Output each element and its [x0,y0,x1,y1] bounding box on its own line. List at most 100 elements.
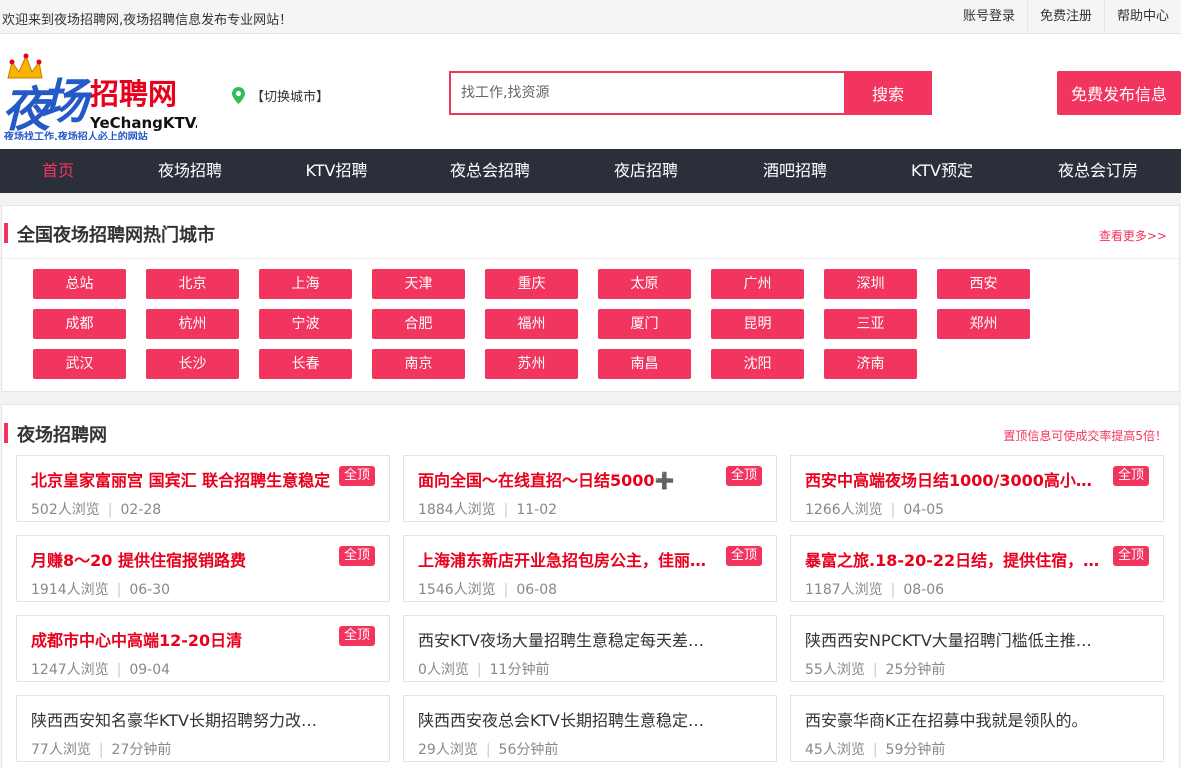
job-card[interactable]: 面向全国～在线直招～日结5000➕ 全顶 1884人浏览 | 11-02 [403,455,777,522]
city-switch[interactable]: 【切换城市】 [232,86,329,105]
job-title[interactable]: 西安KTV夜场大量招聘生意稳定每天差人。 [418,627,718,651]
job-meta: 29人浏览 | 56分钟前 [418,742,559,758]
search-input[interactable] [449,71,844,115]
city-button[interactable]: 厦门 [598,309,691,339]
job-title[interactable]: 陕西西安夜总会KTV长期招聘生意稳定每天差人 [418,707,718,731]
search-button[interactable]: 搜索 [844,71,932,115]
city-button[interactable]: 重庆 [485,269,578,299]
job-card[interactable]: 暴富之旅.18-20-22日结，提供住宿，报销路费 全顶 1187人浏览|08-… [790,535,1164,602]
city-button[interactable]: 昆明 [711,309,804,339]
city-button[interactable]: 长春 [259,349,352,379]
job-card[interactable]: 西安KTV夜场大量招聘生意稳定每天差人。 0人浏览 | 11分钟前 [403,615,777,682]
job-card[interactable]: 西安中高端夜场日结1000/3000高小费•包住 全顶 1266人浏览 | 04-0… [790,455,1164,522]
publish-button[interactable]: 免费发布信息 [1057,71,1181,115]
job-card[interactable]: 陕西西安夜总会KTV长期招聘生意稳定每天差人 29人浏览|56分钟前 [403,695,777,762]
job-title[interactable]: 上海浦东新店开业急招包房公主，佳丽，模特 [418,547,718,571]
city-button[interactable]: 济南 [824,349,917,379]
top-badge: 全顶 [338,546,375,566]
job-card[interactable]: 成都市中心中高端12-20日清 全顶 1247人浏览 | 09-04 [16,615,390,682]
post-time: 11分钟前 [489,662,550,678]
svg-text:夜场找工作,夜场招人必上的网站: 夜场找工作,夜场招人必上的网站 [3,130,148,140]
view-count: 1914人浏览 [31,582,109,598]
more-cities-link[interactable]: 查看更多>> [1099,227,1167,244]
view-count: 55人浏览 [805,662,865,678]
city-button[interactable]: 杭州 [146,309,239,339]
svg-text:场: 场 [40,74,93,130]
job-title[interactable]: 月赚8～20 提供住宿报销路费 [31,547,331,571]
city-button[interactable]: 三亚 [824,309,917,339]
view-count: 1266人浏览 [805,502,883,518]
city-button[interactable]: 沈阳 [711,349,804,379]
top-badge: 全顶 [725,546,762,566]
login-link[interactable]: 账号登录 [951,0,1027,34]
nav-home[interactable]: 首页 [0,149,116,193]
view-count: 502人浏览 [31,502,100,518]
view-count: 1546人浏览 [418,582,496,598]
city-button[interactable]: 北京 [146,269,239,299]
recruit-header: 夜场招聘网 置顶信息可使成交率提高5倍！ [2,405,1179,455]
hot-cities-title: 全国夜场招聘网热门城市 [17,225,215,246]
job-meta: 1266人浏览 | 04-05 [805,502,945,518]
city-button[interactable]: 武汉 [33,349,126,379]
section-marker [4,423,8,443]
view-count: 0人浏览 [418,662,469,678]
job-card[interactable]: 陕西西安知名豪华KTV长期招聘努力改变生活 77人浏览 | 27分钟前 [16,695,390,762]
city-button[interactable]: 长沙 [146,349,239,379]
top-badge: 全顶 [725,466,762,486]
welcome-text: 欢迎来到夜场招聘网,夜场招聘信息发布专业网站！ [2,13,293,28]
job-list: 北京皇家富丽宫 国宾汇 联合招聘生意稳定 全顶 502人浏览 | 02-28 面向全… [16,455,1166,762]
help-center-link[interactable]: 帮助中心 [1103,0,1181,34]
city-button[interactable]: 苏州 [485,349,578,379]
site-logo[interactable]: 夜 场 招聘网 YeChangKTV.com 夜场找工作,夜场招人必上的网站 [2,48,235,143]
location-pin-icon [232,87,245,104]
nav-club-recruit[interactable]: 夜店招聘 [571,149,721,193]
city-button[interactable]: 上海 [259,269,352,299]
post-time: 08-06 [903,582,945,598]
nav-ktv-recruit[interactable]: KTV招聘 [264,149,409,193]
nav-bar-recruit[interactable]: 酒吧招聘 [721,149,869,193]
job-title[interactable]: 北京皇家富丽宫 国宾汇 联合招聘生意稳定 [31,467,331,491]
job-card[interactable]: 上海浦东新店开业急招包房公主，佳丽，模特 全顶 1546人浏览 | 06-08 [403,535,777,602]
job-title[interactable]: 陕西西安知名豪华KTV长期招聘努力改变生活 [31,707,331,731]
city-button[interactable]: 福州 [485,309,578,339]
nav-nightclub-recruit[interactable]: 夜场招聘 [116,149,264,193]
city-button[interactable]: 郑州 [937,309,1030,339]
view-count: 45人浏览 [805,742,865,758]
job-title[interactable]: 成都市中心中高端12-20日清 [31,627,331,651]
city-button[interactable]: 深圳 [824,269,917,299]
nav-nightclub-hall-recruit[interactable]: 夜总会招聘 [409,149,571,193]
hot-cities-panel: 全国夜场招聘网热门城市 查看更多>> 总站 北京 上海 天津 重庆 太原 广州 … [1,205,1180,392]
city-button[interactable]: 宁波 [259,309,352,339]
job-title[interactable]: 暴富之旅.18-20-22日结，提供住宿，报销路费 [805,547,1105,571]
city-button[interactable]: 太原 [598,269,691,299]
job-title[interactable]: 陕西西安NPCKTV大量招聘门槛低主推新人 [805,627,1105,651]
top-badge: 全顶 [338,626,375,646]
svg-text:YeChangKTV.com: YeChangKTV.com [89,114,197,132]
job-card[interactable]: 月赚8～20 提供住宿报销路费 全顶 1914人浏览 | 06-30 [16,535,390,602]
city-button[interactable]: 西安 [937,269,1030,299]
city-button[interactable]: 南京 [372,349,465,379]
job-title[interactable]: 面向全国～在线直招～日结5000➕ [418,467,718,491]
nav-room-booking[interactable]: 夜总会订房 [1015,149,1181,193]
crown-icon [7,53,43,79]
job-title[interactable]: 西安豪华商K正在招募中我就是领队的。 [805,707,1105,731]
city-button[interactable]: 总站 [33,269,126,299]
hot-cities-header: 全国夜场招聘网热门城市 查看更多>> [2,206,1179,259]
city-button[interactable]: 天津 [372,269,465,299]
job-title[interactable]: 西安中高端夜场日结1000/3000高小费•包住 [805,467,1105,491]
city-list: 总站 北京 上海 天津 重庆 太原 广州 深圳 西安 成都 杭州 宁波 合肥 福… [2,259,1142,389]
job-card[interactable]: 陕西西安NPCKTV大量招聘门槛低主推新人 55人浏览 | 25分钟前 [790,615,1164,682]
job-card[interactable]: 北京皇家富丽宫 国宾汇 联合招聘生意稳定 全顶 502人浏览 | 02-28 [16,455,390,522]
post-time: 25分钟前 [885,662,946,678]
city-button[interactable]: 成都 [33,309,126,339]
city-button[interactable]: 南昌 [598,349,691,379]
post-time: 09-04 [129,662,171,678]
city-button[interactable]: 合肥 [372,309,465,339]
top-badge: 全顶 [1112,466,1149,486]
register-link[interactable]: 免费注册 [1026,0,1104,34]
post-time: 27分钟前 [111,742,172,758]
job-card[interactable]: 西安豪华商K正在招募中我就是领队的。 45人浏览 | 59分钟前 [790,695,1164,762]
city-button[interactable]: 广州 [711,269,804,299]
search-box: 搜索 [449,71,932,115]
nav-ktv-booking[interactable]: KTV预定 [869,149,1015,193]
